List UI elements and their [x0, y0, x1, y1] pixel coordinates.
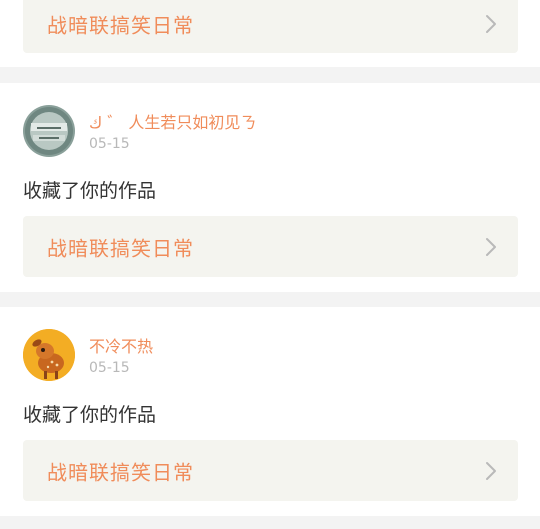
work-link-row[interactable]: 战暗联搞笑日常 [23, 216, 518, 277]
work-link-row[interactable]: 战暗联搞笑日常 [23, 0, 518, 53]
notification-card: ك ゛ 人生若只如初见ㄋ 05-15 收藏了你的作品 战暗联搞笑日常 [0, 83, 540, 292]
notification-feed: 战暗联搞笑日常 ك ゛ 人生若只如初见ㄋ 05-15 收藏了你的作品 战暗联搞笑… [0, 0, 540, 529]
chevron-right-icon [486, 461, 496, 480]
action-text: 收藏了你的作品 [23, 404, 157, 426]
avatar[interactable] [23, 105, 75, 157]
work-link-row[interactable]: 战暗联搞笑日常 [23, 440, 518, 501]
username[interactable]: 不冷不热 [89, 333, 153, 357]
notification-card: 战暗联搞笑日常 [0, 0, 540, 67]
action-text: 收藏了你的作品 [23, 180, 157, 202]
work-title: 战暗联搞笑日常 [47, 13, 194, 37]
timestamp: 05-15 [89, 360, 130, 376]
avatar[interactable] [23, 329, 75, 381]
chevron-right-icon [486, 237, 496, 256]
timestamp: 05-15 [89, 136, 130, 152]
username[interactable]: ك ゛ 人生若只如初见ㄋ [89, 109, 256, 133]
fawn-avatar-icon [23, 329, 75, 381]
chevron-right-icon [486, 14, 496, 33]
stone-avatar-icon [23, 105, 75, 157]
work-title: 战暗联搞笑日常 [47, 236, 194, 260]
work-title: 战暗联搞笑日常 [47, 460, 194, 484]
notification-card: 不冷不热 05-15 收藏了你的作品 战暗联搞笑日常 [0, 307, 540, 516]
divider [0, 516, 540, 529]
